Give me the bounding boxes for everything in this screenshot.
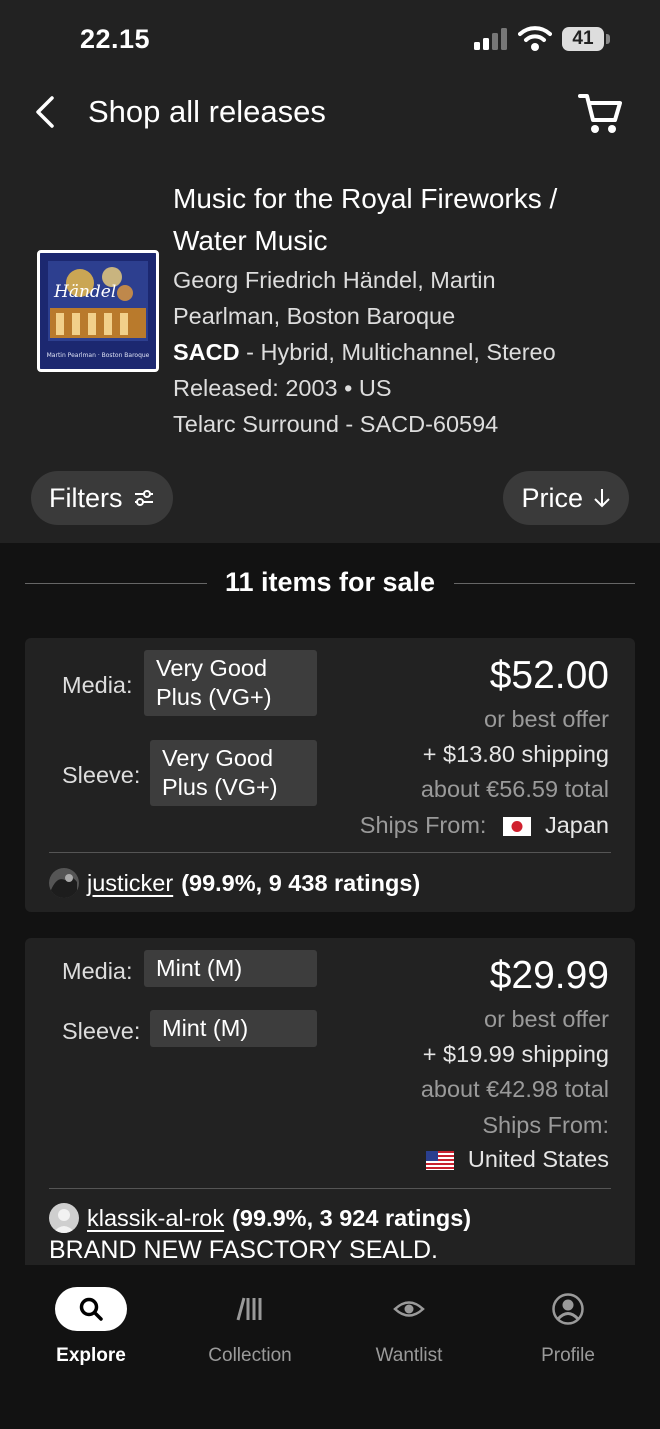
release-artists-line1[interactable]: Georg Friedrich Händel, Martin xyxy=(173,262,643,298)
seller-rating: (99.9%, 9 438 ratings) xyxy=(181,869,421,896)
seller-avatar[interactable] xyxy=(49,868,79,898)
eye-icon xyxy=(393,1301,425,1317)
ships-from-label: Ships From: xyxy=(482,1112,609,1138)
nav-explore[interactable]: Explore xyxy=(26,1285,156,1367)
format-type: SACD xyxy=(173,339,240,365)
page-title: Shop all releases xyxy=(88,94,326,129)
shipping-text: + $19.99 shipping xyxy=(422,1041,609,1067)
sort-price-button[interactable]: Price xyxy=(503,471,629,525)
shipping-text: + $13.80 shipping xyxy=(422,741,609,767)
format-details: - Hybrid, Multichannel, Stereo xyxy=(239,339,556,365)
search-icon xyxy=(55,1287,127,1331)
media-grade: Mint (M) xyxy=(144,950,317,987)
album-cover-art: Händel Martin Pearlman · Boston Baroque xyxy=(40,253,156,369)
nav-wantlist[interactable]: Wantlist xyxy=(344,1285,474,1367)
nav-collection-label: Collection xyxy=(208,1345,292,1366)
listing-comment: BRAND NEW FASCTORY SEALD. xyxy=(49,1236,438,1264)
sleeve-grade-line1: Very Good xyxy=(162,745,274,771)
nav-profile-label: Profile xyxy=(541,1345,595,1366)
release-format: SACD - Hybrid, Multichannel, Stereo xyxy=(173,334,643,370)
divider-right xyxy=(454,583,635,584)
nav-wantlist-label: Wantlist xyxy=(375,1345,443,1366)
sleeve-grade: Very Good Plus (VG+) xyxy=(150,740,317,806)
profile-icon xyxy=(552,1293,584,1325)
release-title-line1[interactable]: Music for the Royal Fireworks / xyxy=(173,178,643,220)
listing-card[interactable]: Media: Very Good Plus (VG+) Sleeve: Very… xyxy=(25,638,635,912)
seller-name-link[interactable]: justicker xyxy=(87,870,173,897)
cellular-signal-icon xyxy=(474,28,510,50)
cover-subtitle: Martin Pearlman · Boston Baroque xyxy=(47,352,150,359)
status-bar: 22.15 41 xyxy=(0,0,660,80)
total-text: about €56.59 total xyxy=(420,776,609,802)
release-header: Shop all releases Händel Martin Pearlman… xyxy=(0,80,660,543)
nav-collection[interactable]: Collection xyxy=(185,1285,315,1367)
seller-avatar[interactable] xyxy=(49,1203,79,1233)
filters-button[interactable]: Filters xyxy=(31,471,173,525)
listing-price: $29.99 xyxy=(489,954,609,997)
listing-card[interactable]: Media: Mint (M) Sleeve: Mint (M) $29.99 … xyxy=(25,938,635,1265)
battery-icon: 41 xyxy=(562,27,604,51)
sleeve-grade: Mint (M) xyxy=(150,1010,317,1047)
battery-tip xyxy=(606,34,610,44)
arrow-down-icon xyxy=(594,489,610,508)
ships-from-country: United States xyxy=(467,1146,609,1172)
sleeve-grade-line2: Plus (VG+) xyxy=(162,774,278,800)
sliders-icon xyxy=(134,490,153,506)
sleeve-label: Sleeve: xyxy=(62,762,141,788)
media-label: Media: xyxy=(62,672,133,698)
sleeve-label: Sleeve: xyxy=(62,1018,141,1044)
bottom-nav: Explore Collection Wantlist Profile xyxy=(0,1265,660,1429)
listings-section[interactable]: 11 items for sale Media: Very Good Plus … xyxy=(0,543,660,1265)
status-time: 22.15 xyxy=(80,24,151,54)
release-title-line2[interactable]: Water Music xyxy=(173,220,643,262)
release-artists-line2[interactable]: Pearlman, Boston Baroque xyxy=(173,298,643,334)
seller-rating: (99.9%, 3 924 ratings) xyxy=(232,1204,472,1231)
listing-price: $52.00 xyxy=(489,654,609,697)
media-grade-line2: Plus (VG+) xyxy=(156,684,272,710)
ships-from-row: United States xyxy=(425,1142,609,1177)
card-divider xyxy=(49,1188,611,1189)
media-grade-line1: Very Good xyxy=(156,655,268,681)
card-divider xyxy=(49,852,611,853)
cover-title: Händel xyxy=(53,282,116,302)
seller-row: justicker (99.9%, 9 438 ratings) xyxy=(49,868,420,898)
sort-label: Price xyxy=(521,483,583,513)
japan-flag-icon xyxy=(502,817,531,837)
filters-label: Filters xyxy=(49,483,123,513)
best-offer-text: or best offer xyxy=(484,1006,609,1032)
nav-profile[interactable]: Profile xyxy=(503,1285,633,1367)
collection-icon xyxy=(236,1297,262,1321)
seller-name-link[interactable]: klassik-al-rok xyxy=(87,1205,224,1232)
nav-explore-label: Explore xyxy=(56,1345,126,1366)
release-label-catno[interactable]: Telarc Surround - SACD-60594 xyxy=(173,406,643,442)
cart-icon[interactable] xyxy=(576,90,624,138)
album-cover[interactable]: Händel Martin Pearlman · Boston Baroque xyxy=(37,250,159,372)
wifi-icon xyxy=(518,26,552,51)
media-label: Media: xyxy=(62,958,133,984)
back-chevron-icon[interactable] xyxy=(28,92,68,132)
items-count-row: 11 items for sale xyxy=(25,563,635,605)
best-offer-text: or best offer xyxy=(484,706,609,732)
ships-from-label: Ships From: xyxy=(359,812,487,838)
ships-from-row: Ships From: Japan xyxy=(360,808,609,843)
total-text: about €42.98 total xyxy=(420,1076,609,1102)
us-flag-icon xyxy=(425,1151,454,1171)
release-date-country: Released: 2003 • US xyxy=(173,375,392,401)
media-grade: Very Good Plus (VG+) xyxy=(144,650,317,716)
release-info: Music for the Royal Fireworks / Water Mu… xyxy=(173,178,643,442)
ships-from-country: Japan xyxy=(544,812,609,838)
seller-row: klassik-al-rok (99.9%, 3 924 ratings) xyxy=(49,1203,471,1233)
